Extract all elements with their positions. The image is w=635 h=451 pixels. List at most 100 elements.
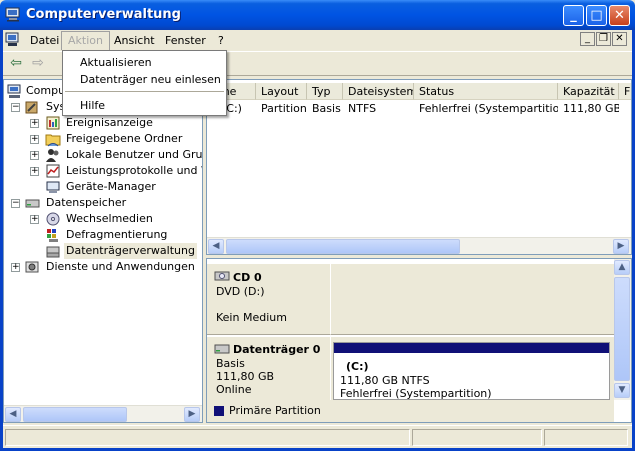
tree-label: Defragmentierung xyxy=(66,228,168,241)
column-header-filesystem[interactable]: Dateisystem xyxy=(343,83,414,100)
partition-label: (C:) xyxy=(346,360,369,373)
expand-icon[interactable]: + xyxy=(30,135,39,144)
console-window-icon[interactable] xyxy=(5,32,21,47)
column-header-free[interactable]: F xyxy=(619,83,631,100)
scroll-right-icon[interactable]: ▶ xyxy=(184,407,200,422)
tree-horizontal-scrollbar[interactable]: ◀ ▶ xyxy=(4,405,202,422)
disk-0-label[interactable]: Datenträger 0 Basis 111,80 GB Online xyxy=(207,337,331,401)
maximize-icon: □ xyxy=(590,8,603,23)
menu-help[interactable]: ? xyxy=(212,31,230,50)
users-groups-icon xyxy=(46,149,59,162)
tree-item-datentraegerverwaltung[interactable]: Datenträgerverwaltung xyxy=(4,243,202,259)
tree-label: Freigegebene Ordner xyxy=(66,132,183,145)
tree-item-geraete-manager[interactable]: Geräte-Manager xyxy=(4,179,202,195)
column-header-type[interactable]: Typ xyxy=(307,83,343,100)
removable-storage-icon xyxy=(46,212,60,226)
scroll-left-icon[interactable]: ◀ xyxy=(5,407,21,422)
tree-label: Compu xyxy=(26,84,66,97)
menu-ansicht[interactable]: Ansicht xyxy=(108,31,161,50)
menu-datei[interactable]: Datei xyxy=(24,31,65,50)
cell-filesystem: NTFS xyxy=(348,102,377,115)
cd-drive-icon xyxy=(214,271,230,281)
tree-item-ereignisanzeige[interactable]: + Ereignisanzeige xyxy=(4,115,202,131)
defragmenter-icon xyxy=(47,229,58,242)
menu-item-aktualisieren[interactable]: Aktualisieren xyxy=(63,54,226,71)
disk-type: Basis xyxy=(216,357,245,370)
partition-fs: 111,80 GB NTFS xyxy=(340,374,430,387)
close-icon: ✕ xyxy=(614,8,625,23)
tree-item-lokale-benutzer[interactable]: + Lokale Benutzer und Gruppe xyxy=(4,147,202,163)
disk-type: DVD (D:) xyxy=(216,285,265,298)
title-bar[interactable]: Computerverwaltung _ □ ✕ xyxy=(0,0,635,30)
partition-c[interactable]: (C:) 111,80 GB NTFS Fehlerfrei (Systempa… xyxy=(333,342,610,400)
disk-state: Online xyxy=(216,383,252,396)
disk-state: Kein Medium xyxy=(216,311,287,324)
child-restore-button[interactable]: ❐ xyxy=(596,32,611,46)
tree-item-dienste[interactable]: + Dienste und Anwendungen xyxy=(4,259,202,275)
scroll-down-icon[interactable]: ▼ xyxy=(614,383,630,398)
disk-cd0-label[interactable]: CD 0 DVD (D:) Kein Medium xyxy=(207,264,331,335)
forward-arrow-icon[interactable]: ⇨ xyxy=(29,55,47,73)
disk-vertical-scrollbar[interactable]: ▲ ▼ xyxy=(614,259,631,400)
tree-label: Geräte-Manager xyxy=(66,180,156,193)
child-close-button[interactable]: ✕ xyxy=(612,32,627,46)
shared-folder-icon xyxy=(45,134,61,147)
expand-icon[interactable]: + xyxy=(30,215,39,224)
disk-graphical-view: CD 0 DVD (D:) Kein Medium Datenträger 0 … xyxy=(206,258,632,423)
minimize-button[interactable]: _ xyxy=(563,5,584,26)
tree-item-wechselmedien[interactable]: + Wechselmedien xyxy=(4,211,202,227)
menu-fenster[interactable]: Fenster xyxy=(159,31,212,50)
window-title: Computerverwaltung xyxy=(26,7,181,22)
services-applications-icon xyxy=(25,261,39,273)
cell-capacity: 111,80 GB xyxy=(563,102,619,115)
device-manager-icon xyxy=(46,181,60,193)
status-pane-main xyxy=(5,429,410,446)
disk-cd0-area[interactable] xyxy=(331,264,614,335)
collapse-icon[interactable]: − xyxy=(11,199,20,208)
system-tools-icon xyxy=(25,101,38,114)
event-viewer-icon xyxy=(46,116,60,130)
cell-layout: Partition xyxy=(261,102,307,115)
child-minimize-button[interactable]: _ xyxy=(580,32,595,46)
back-arrow-icon[interactable]: ⇦ xyxy=(7,55,25,73)
partition-type-bar xyxy=(334,343,609,353)
status-pane-2 xyxy=(412,429,542,446)
minimize-icon: _ xyxy=(570,8,577,23)
menu-item-datentraeger-neu-einlesen[interactable]: Datenträger neu einlesen xyxy=(63,71,226,88)
expand-icon[interactable]: + xyxy=(30,167,39,176)
scroll-up-icon[interactable]: ▲ xyxy=(614,260,630,275)
disk-management-icon xyxy=(46,246,60,258)
tree-label: Wechselmedien xyxy=(66,212,153,225)
tree-item-leistungsprotokolle[interactable]: + Leistungsprotokolle und War xyxy=(4,163,202,179)
expand-icon[interactable]: + xyxy=(11,263,20,272)
disk-name: CD 0 xyxy=(233,271,262,284)
storage-icon xyxy=(25,199,40,208)
tree-label: Datenspeicher xyxy=(46,196,127,209)
menu-separator xyxy=(65,91,224,92)
menu-bar: Datei Aktion Ansicht Fenster ? xyxy=(3,30,632,50)
cell-type: Basis xyxy=(312,102,341,115)
close-button[interactable]: ✕ xyxy=(609,5,630,26)
cell-status: Fehlerfrei (Systempartition) xyxy=(419,102,558,115)
tree-item-freigegebene-ordner[interactable]: + Freigegebene Ordner xyxy=(4,131,202,147)
column-header-capacity[interactable]: Kapazität xyxy=(558,83,619,100)
menu-aktion[interactable]: Aktion xyxy=(61,31,110,50)
maximize-button[interactable]: □ xyxy=(586,5,607,26)
legend-label-primary: Primäre Partition xyxy=(229,404,321,417)
scroll-right-icon[interactable]: ▶ xyxy=(613,239,629,254)
list-horizontal-scrollbar[interactable]: ◀ ▶ xyxy=(207,237,631,254)
legend: Primäre Partition xyxy=(207,400,614,422)
scroll-thumb[interactable] xyxy=(614,277,630,381)
column-header-status[interactable]: Status xyxy=(414,83,558,100)
menu-item-hilfe[interactable]: Hilfe xyxy=(63,97,226,114)
disk-name: Datenträger 0 xyxy=(233,343,321,356)
scroll-thumb[interactable] xyxy=(23,407,127,422)
tree-item-defragmentierung[interactable]: Defragmentierung xyxy=(4,227,202,243)
expand-icon[interactable]: + xyxy=(30,119,39,128)
expand-icon[interactable]: + xyxy=(30,151,39,160)
scroll-left-icon[interactable]: ◀ xyxy=(208,239,224,254)
scroll-thumb[interactable] xyxy=(226,239,460,254)
tree-item-datenspeicher[interactable]: − Datenspeicher xyxy=(4,195,202,211)
collapse-icon[interactable]: − xyxy=(11,103,20,112)
column-header-layout[interactable]: Layout xyxy=(256,83,307,100)
